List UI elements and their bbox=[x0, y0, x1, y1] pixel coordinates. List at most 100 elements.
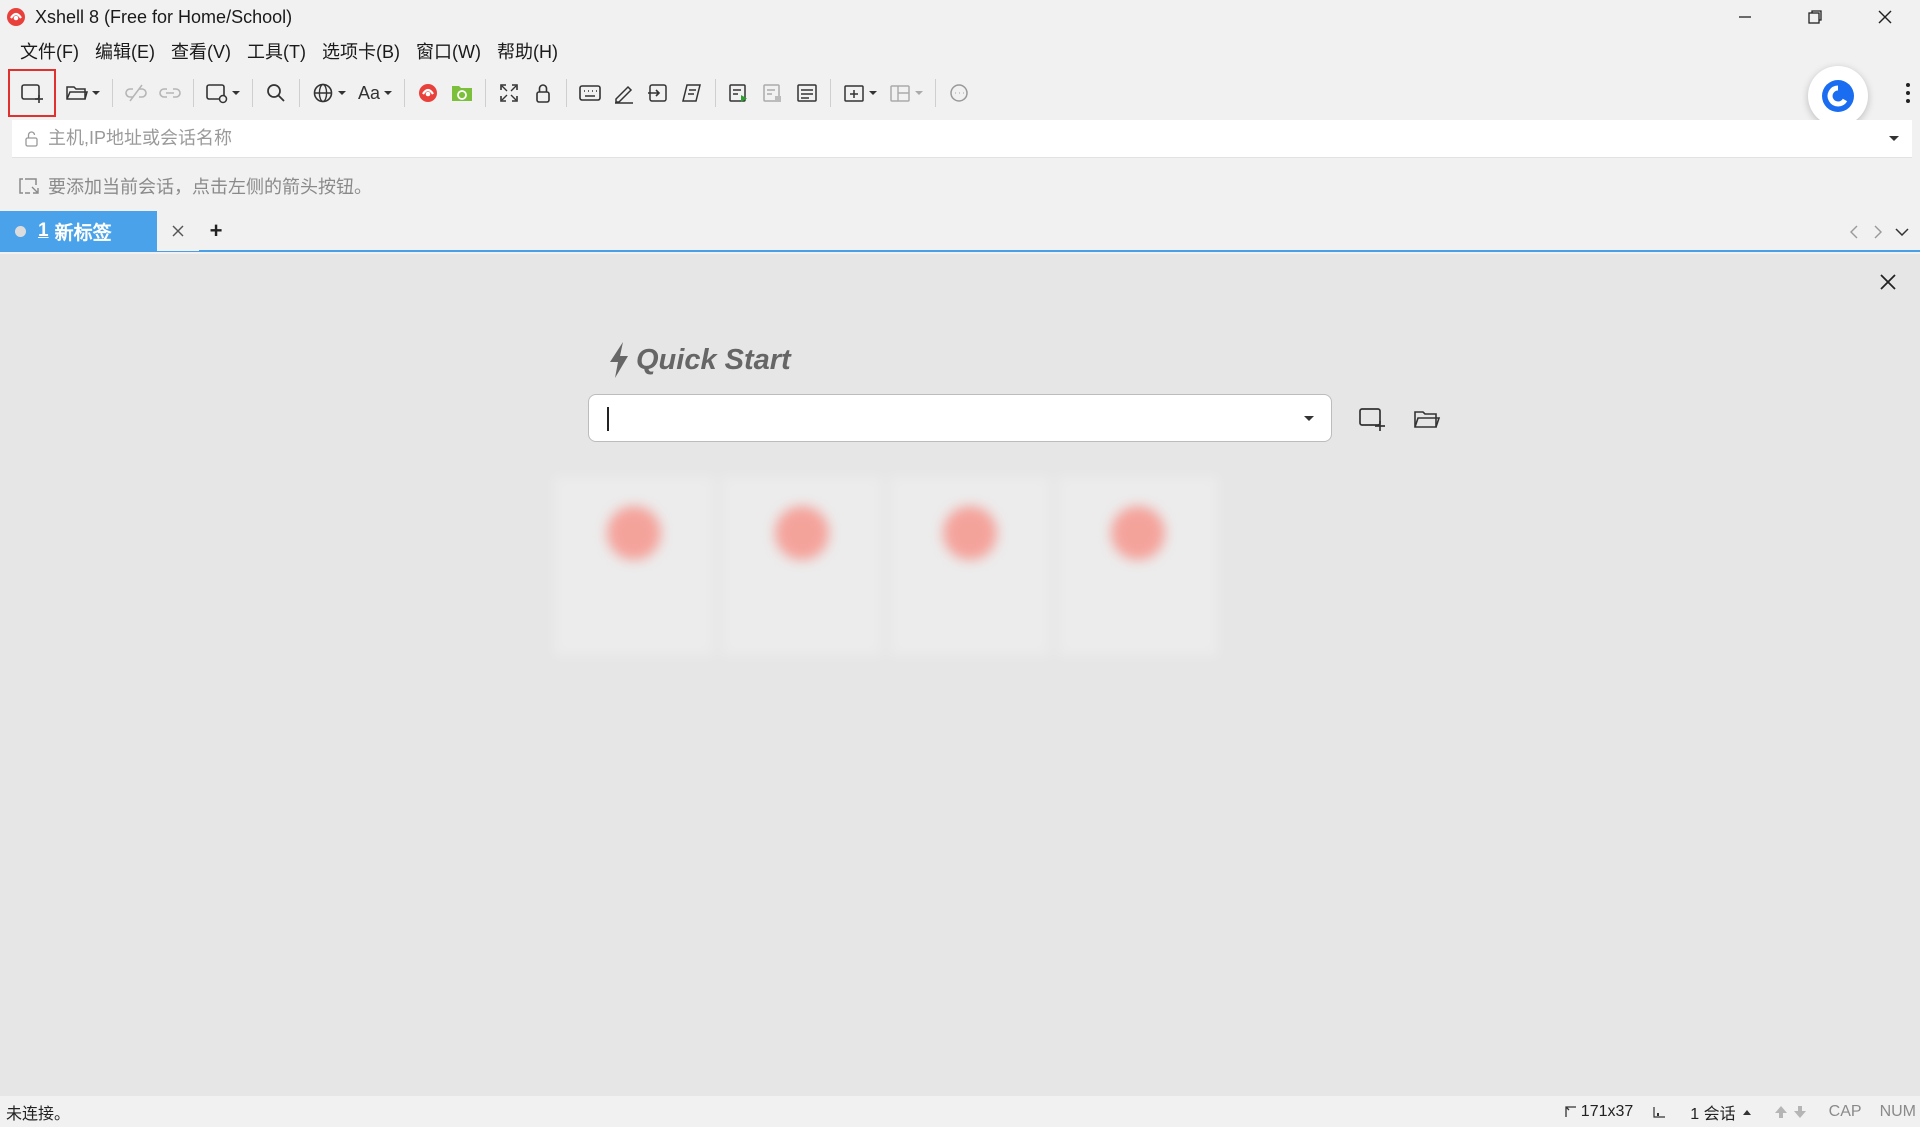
tab-scroll-right-button[interactable] bbox=[1866, 225, 1890, 239]
font-button[interactable]: Aa bbox=[352, 72, 386, 114]
new-session-icon bbox=[1359, 408, 1385, 431]
status-bar: 未连接。 171x37 1 会话 CAP NUM bbox=[0, 1096, 1920, 1127]
menu-help[interactable]: 帮助(H) bbox=[489, 38, 566, 66]
xftp-icon bbox=[452, 86, 472, 101]
address-dropdown-button[interactable] bbox=[1876, 135, 1912, 142]
recent-sessions bbox=[554, 476, 1226, 656]
quick-start-dropdown-button[interactable] bbox=[1287, 415, 1331, 422]
toolbar-separator bbox=[299, 79, 300, 107]
log-start-icon bbox=[729, 84, 747, 102]
menu-bar: 文件(F) 编辑(E) 查看(V) 工具(T) 选项卡(B) 窗口(W) 帮助(… bbox=[12, 38, 566, 66]
toolbar-separator bbox=[566, 79, 567, 107]
transfer-button[interactable] bbox=[641, 72, 675, 114]
fullscreen-icon bbox=[500, 84, 518, 102]
recent-session-item[interactable] bbox=[890, 476, 1050, 656]
minimize-button[interactable] bbox=[1710, 0, 1780, 34]
more-options-button[interactable] bbox=[1900, 80, 1916, 106]
script-button[interactable] bbox=[675, 72, 709, 114]
keyboard-button[interactable] bbox=[573, 72, 607, 114]
window-title: Xshell 8 (Free for Home/School) bbox=[35, 6, 293, 27]
recent-session-item[interactable] bbox=[722, 476, 882, 656]
download-arrow-icon bbox=[1793, 1105, 1806, 1118]
assistant-icon bbox=[1822, 80, 1854, 112]
terminal-size-value: 171x37 bbox=[1580, 1102, 1634, 1120]
quick-start-input[interactable] bbox=[589, 396, 1287, 440]
menu-tools[interactable]: 工具(T) bbox=[239, 38, 314, 66]
chevron-down-icon[interactable] bbox=[867, 90, 879, 96]
xshell-logo-icon bbox=[607, 506, 661, 560]
chevron-down-icon[interactable] bbox=[913, 90, 925, 96]
add-session-arrow-icon[interactable] bbox=[18, 176, 40, 196]
session-count[interactable]: 1 会话 bbox=[1690, 1100, 1754, 1124]
compose-button[interactable] bbox=[607, 72, 641, 114]
quick-start-open-folder-button[interactable] bbox=[1411, 404, 1443, 434]
menu-window[interactable]: 窗口(W) bbox=[408, 38, 489, 66]
start-log-button[interactable] bbox=[722, 72, 756, 114]
xshell-button[interactable] bbox=[411, 72, 445, 114]
caps-lock-indicator: CAP bbox=[1828, 1102, 1862, 1120]
toolbar-separator bbox=[830, 79, 831, 107]
minimize-icon bbox=[1739, 16, 1751, 18]
new-tab-group-button[interactable] bbox=[837, 72, 871, 114]
recent-session-item[interactable] bbox=[554, 476, 714, 656]
menu-edit[interactable]: 编辑(E) bbox=[87, 38, 163, 66]
tab-close-button[interactable] bbox=[157, 211, 199, 251]
tab-scroll-left-button[interactable] bbox=[1842, 225, 1866, 239]
xshell-logo-icon bbox=[943, 506, 997, 560]
open-folder-button[interactable] bbox=[60, 72, 94, 114]
close-window-button[interactable] bbox=[1850, 0, 1920, 34]
fullscreen-button[interactable] bbox=[492, 72, 526, 114]
chat-button[interactable] bbox=[942, 72, 976, 114]
cursor-position-icon bbox=[1653, 1106, 1666, 1118]
close-icon bbox=[1878, 10, 1892, 24]
resize-icon bbox=[1565, 1105, 1576, 1117]
quick-start-title: Quick Start bbox=[636, 343, 791, 376]
chevron-down-icon[interactable] bbox=[382, 90, 394, 96]
text-cursor bbox=[607, 407, 609, 431]
layout-button[interactable] bbox=[883, 72, 917, 114]
recent-session-item[interactable] bbox=[1058, 476, 1218, 656]
quick-start-heading: Quick Start bbox=[606, 340, 791, 380]
enter-icon bbox=[648, 84, 667, 102]
unlock-icon bbox=[16, 130, 48, 148]
assistant-button[interactable] bbox=[1808, 66, 1868, 126]
chevron-down-icon[interactable] bbox=[336, 90, 348, 96]
tab-number: 1 bbox=[38, 220, 49, 241]
chevron-down-icon[interactable] bbox=[90, 90, 102, 96]
disconnect-button[interactable] bbox=[119, 72, 153, 114]
stop-log-button[interactable] bbox=[756, 72, 790, 114]
tab-list-button[interactable] bbox=[1890, 228, 1914, 236]
session-settings-icon bbox=[206, 84, 228, 104]
terminal-area: Quick Start bbox=[0, 254, 1920, 1096]
connection-status: 未连接。 bbox=[6, 1105, 71, 1123]
menu-tab[interactable]: 选项卡(B) bbox=[314, 38, 408, 66]
folder-open-icon bbox=[1414, 411, 1441, 428]
chevron-down-icon[interactable] bbox=[230, 90, 242, 96]
menu-view[interactable]: 查看(V) bbox=[163, 38, 239, 66]
restore-button[interactable] bbox=[1780, 0, 1850, 34]
toolbar-separator bbox=[935, 79, 936, 107]
tab-new[interactable]: 1 新标签 bbox=[0, 211, 157, 251]
xftp-button[interactable] bbox=[445, 72, 479, 114]
encoding-button[interactable] bbox=[306, 72, 340, 114]
add-tab-button[interactable]: + bbox=[199, 211, 233, 251]
chat-icon bbox=[950, 84, 968, 102]
restore-icon bbox=[1808, 10, 1822, 24]
reconnect-button[interactable] bbox=[153, 72, 187, 114]
new-session-button[interactable] bbox=[8, 69, 56, 117]
quick-start-new-session-button[interactable] bbox=[1356, 404, 1388, 434]
search-button[interactable] bbox=[259, 72, 293, 114]
notes-button[interactable] bbox=[790, 72, 824, 114]
link-icon bbox=[159, 88, 181, 98]
close-quick-start-button[interactable] bbox=[1874, 268, 1902, 296]
search-icon bbox=[267, 84, 285, 102]
menu-file[interactable]: 文件(F) bbox=[12, 38, 87, 66]
toolbar-separator bbox=[193, 79, 194, 107]
lock-button[interactable] bbox=[526, 72, 560, 114]
xshell-logo-icon bbox=[419, 84, 437, 102]
notes-icon bbox=[797, 84, 817, 102]
title-bar: Xshell 8 (Free for Home/School) bbox=[0, 0, 1920, 34]
host-address-input[interactable] bbox=[48, 120, 1876, 157]
layout-icon bbox=[890, 85, 910, 102]
session-properties-button[interactable] bbox=[200, 72, 234, 114]
